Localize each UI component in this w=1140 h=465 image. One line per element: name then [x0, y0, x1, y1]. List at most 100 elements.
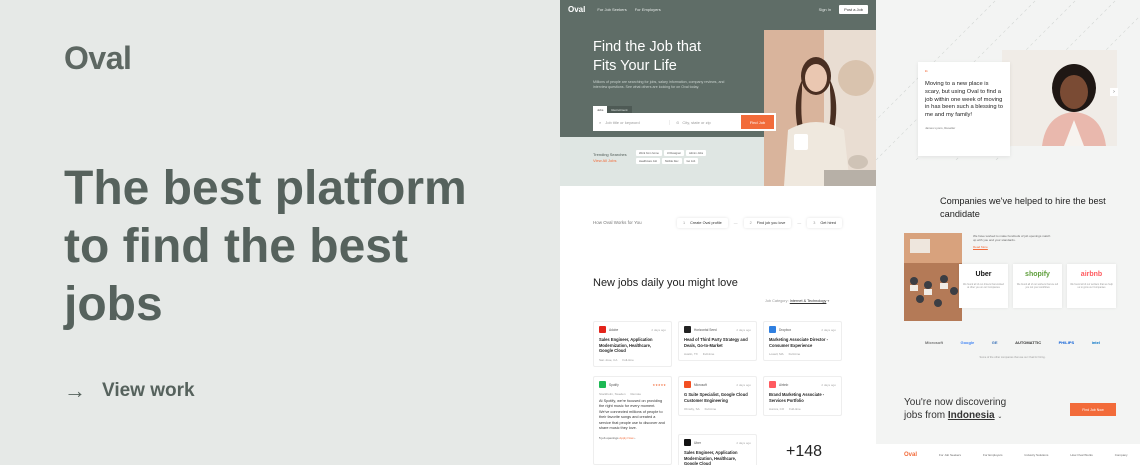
company-name: Dropbox — [779, 327, 792, 332]
steps: 1 Create Oval profile — 2 Find job you lov… — [677, 218, 842, 228]
post-job-button[interactable]: Post a Job — [839, 4, 868, 14]
chip[interactable]: Admin Jobs — [686, 150, 707, 156]
chevron-right-icon[interactable]: › — [1110, 88, 1118, 96]
job-card[interactable]: Uber 2 days ago Sales Engineer, Applicati… — [678, 434, 757, 465]
job-card[interactable]: Adobe 2 days ago Sales Engineer, Applicat… — [593, 321, 672, 367]
site-logo[interactable]: Oval — [568, 5, 585, 14]
job-card[interactable]: Microsoft 2 days ago G Suite Specialist, … — [678, 376, 757, 416]
country-select[interactable]: Indonesia — [948, 410, 995, 421]
company-logo-text: Uber — [975, 271, 992, 278]
job-location: Aurora, CO — [769, 407, 785, 411]
testimonial-text: Moving to a new place is scary, but usin… — [925, 81, 1003, 119]
footer-link[interactable]: How Oval Works — [1070, 453, 1092, 457]
tab-recruitment[interactable]: Recruitment — [607, 106, 632, 113]
company-logo — [599, 381, 606, 388]
job-category[interactable]: Job Category: Internet & Technology ▾ — [765, 298, 829, 303]
keyword-placeholder: Job title or keyword — [605, 119, 640, 125]
step-label: Create Oval profile — [690, 221, 722, 225]
chip[interactable]: UI Designer — [663, 150, 685, 156]
discover-line-1: You're now discovering — [904, 397, 1007, 408]
company-card-airbnb[interactable]: airbnb We found all of our workers that … — [1067, 264, 1116, 308]
nav-job-seekers[interactable]: For Job Seekers — [597, 7, 626, 12]
posted-time: 2 days ago — [651, 327, 666, 332]
find-jobs-button[interactable]: Find Job Now — [1070, 403, 1116, 416]
company-logo — [684, 381, 691, 388]
job-title: Sales Engineer, Application Modernizatio… — [684, 450, 738, 465]
nav-employers[interactable]: For Employers — [635, 7, 661, 12]
company-name: Horizontal Seed — [694, 327, 717, 332]
step-1[interactable]: 1 Create Oval profile — [677, 218, 728, 228]
search-icon: ⌕ — [599, 119, 602, 125]
company-name: Adobe — [609, 327, 619, 332]
companies-description: We have worked to make hundreds of job o… — [973, 234, 1053, 249]
location-pin-icon: ⊙ — [676, 119, 680, 125]
office-photo — [904, 233, 962, 321]
arrow-right-icon: → — [64, 378, 86, 403]
chevron-down-icon[interactable]: ⌄ — [997, 414, 1002, 420]
company-name: Spotify — [609, 382, 619, 387]
apply-now-link[interactable]: Apply Now — [619, 436, 633, 440]
chip[interactable]: Healthcare Job — [636, 158, 661, 164]
company-logo-text: shopify — [1025, 271, 1050, 278]
footer-link[interactable]: Company — [1115, 453, 1128, 457]
companies-desc-text: We have worked to make hundreds of job o… — [973, 234, 1051, 242]
promo-panel: Oval The best platform to find the best … — [0, 0, 560, 465]
footer-link[interactable]: Industry Solutions — [1025, 453, 1049, 457]
company-card-shopify[interactable]: shopify We found all of our workers that… — [1013, 264, 1062, 308]
sign-in-link[interactable]: Sign In — [819, 7, 831, 12]
find-job-button[interactable]: Find Job — [741, 115, 774, 129]
discover-line-2: jobs from — [904, 410, 946, 421]
job-category-value[interactable]: Internet & Technology — [790, 299, 827, 303]
footer-link[interactable]: For Job Seekers — [939, 453, 961, 457]
job-card[interactable]: Dropbox 2 days ago Marketing Associate Di… — [763, 321, 842, 361]
job-title: Head of Third Party Strategy and Deals, … — [684, 337, 748, 348]
trending: Trending Searches View All Jobs — [593, 152, 627, 164]
read-more-link[interactable]: Read More — [973, 245, 1053, 249]
oval-logo: Oval — [64, 40, 132, 76]
footer-link[interactable]: For Employers — [983, 453, 1003, 457]
discover-text: You're now discovering jobs from Indones… — [904, 396, 1006, 424]
chip[interactable]: Mobile Dev — [662, 158, 682, 164]
testimonial-photo — [1002, 50, 1117, 146]
step-2[interactable]: 2 Find job you love — [743, 218, 792, 228]
job-title: Sales Engineer, Application Modernizatio… — [599, 337, 653, 353]
companies-title: Companies we've helped to hire the best … — [940, 196, 1106, 219]
hero-subtitle: Millions of people are searching for job… — [593, 80, 725, 89]
posted-time: 2 days ago — [736, 382, 751, 387]
company-logo — [769, 381, 776, 388]
location-field[interactable]: ⊙ City, state or zip — [669, 119, 741, 125]
company-card-text: We found all of our drivers that worked … — [963, 283, 1004, 290]
job-card[interactable]: Spotify ★★★★★ Stockholm, Sweden Remote At … — [593, 376, 672, 465]
step-3[interactable]: 3 Get hired — [807, 218, 842, 228]
new-jobs-title: New jobs daily you might love — [593, 277, 738, 289]
hero-title: Find the Job that Fits Your Life — [593, 39, 702, 74]
job-card[interactable]: Horizontal Seed 2 days ago Head of Third … — [678, 321, 757, 361]
company-logo — [769, 326, 776, 333]
keyword-field[interactable]: ⌕ Job title or keyword — [593, 120, 669, 125]
footer-logo[interactable]: Oval — [904, 452, 917, 458]
posted-time: 2 days ago — [821, 327, 836, 332]
company-logo — [684, 439, 691, 446]
step-label: Find job you love — [756, 221, 786, 225]
company-card-text: We found all of our workers that we tell… — [1016, 283, 1059, 290]
view-all-jobs-link[interactable]: View All Jobs — [593, 158, 617, 163]
job-card[interactable]: Airbnb 2 days ago Brand Marketing Associa… — [763, 376, 842, 416]
company-name: Airbnb — [779, 382, 789, 387]
job-title: Brand Marketing Associate - Services Por… — [769, 392, 825, 403]
testimonial-author: James Lyons, Reseller — [925, 125, 956, 130]
search-tabs: Jobs Recruitment — [593, 106, 632, 113]
company-logo — [599, 326, 606, 333]
testimonial-card: “ Moving to a new place is scary, but us… — [918, 62, 1010, 156]
posted-time: 2 days ago — [736, 440, 751, 445]
client-logos: Microsoft Google GE AUTOMATTIC PHILIPS i… — [925, 340, 1100, 345]
job-type: Full-time — [622, 357, 634, 362]
company-card-uber[interactable]: Uber We found all of our drivers that wo… — [959, 264, 1008, 308]
hero-photo — [764, 30, 876, 186]
more-jobs-count[interactable]: +148 — [786, 443, 822, 461]
chip[interactable]: Work from home — [636, 150, 662, 156]
automattic-logo: AUTOMATTIC — [1015, 340, 1042, 345]
step-number: 1 — [683, 221, 686, 225]
view-work-link[interactable]: → View work — [64, 378, 195, 404]
chip[interactable]: Go Job — [683, 158, 699, 164]
tab-jobs[interactable]: Jobs — [593, 106, 608, 113]
